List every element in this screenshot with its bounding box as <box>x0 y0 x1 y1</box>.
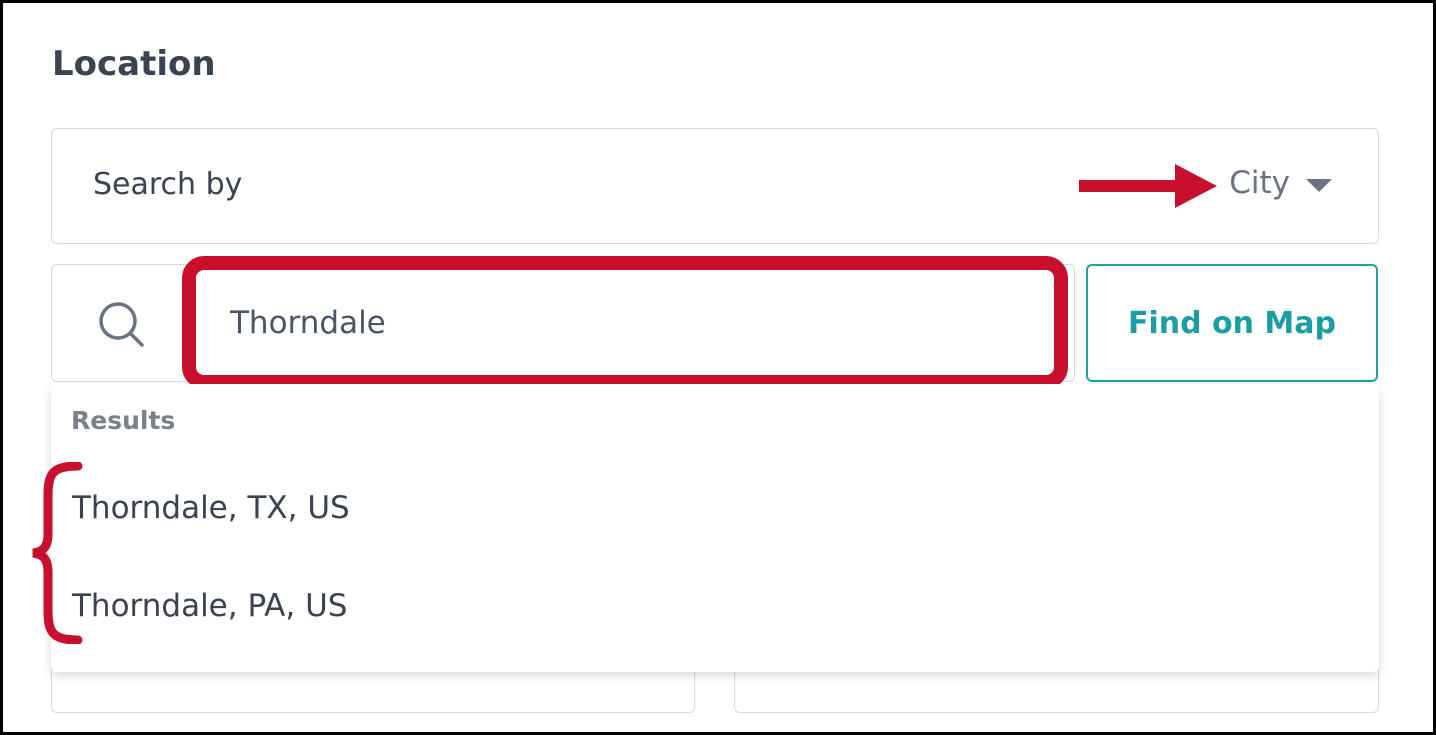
search-icon <box>99 302 144 347</box>
section-title: Location <box>52 44 216 84</box>
search-by-selected-value: City <box>1229 165 1290 201</box>
result-item[interactable]: Thorndale, PA, US <box>72 588 347 624</box>
search-by-select[interactable]: City <box>1229 165 1332 201</box>
search-by-label: Search by <box>93 167 243 202</box>
result-item[interactable]: Thorndale, TX, US <box>72 490 350 526</box>
caret-down-icon[interactable] <box>1306 178 1332 192</box>
results-heading: Results <box>71 406 176 435</box>
curly-brace-icon <box>32 462 83 644</box>
arrow-right-icon <box>1079 164 1217 208</box>
location-search-input[interactable] <box>182 256 1068 389</box>
find-on-map-button[interactable]: Find on Map <box>1086 264 1378 382</box>
results-dropdown: Results Thorndale, TX, US Thorndale, PA,… <box>51 384 1379 672</box>
